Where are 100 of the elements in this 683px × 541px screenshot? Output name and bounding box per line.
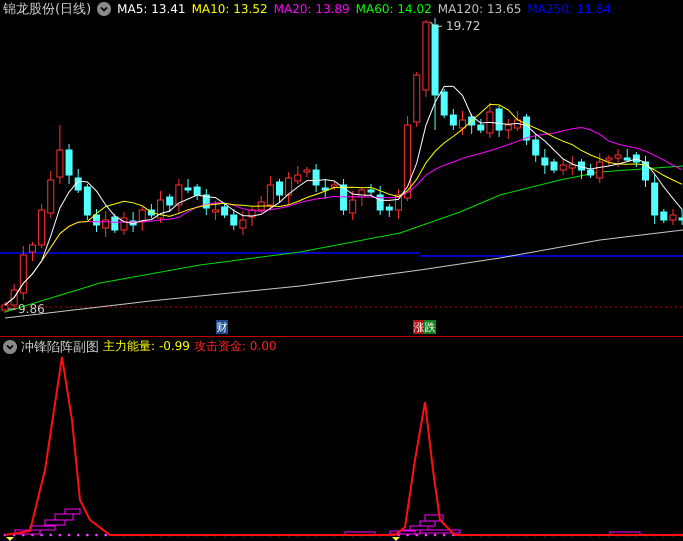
indicator-dot xyxy=(324,534,327,536)
indicator-dot xyxy=(480,534,482,536)
candlestick xyxy=(20,246,27,300)
indicator-dot xyxy=(250,534,254,536)
indicator-dot xyxy=(68,534,70,536)
indicator-dot xyxy=(351,534,354,536)
candlestick xyxy=(376,186,384,216)
step-bar xyxy=(610,532,640,536)
indicator-dot xyxy=(370,534,372,536)
candlestick xyxy=(266,176,274,210)
candlestick xyxy=(166,194,174,212)
indicator-dot xyxy=(342,534,345,536)
candlestick xyxy=(578,158,585,180)
indicator-dot xyxy=(31,534,34,536)
candlestick xyxy=(194,184,201,200)
indicator-dot xyxy=(434,534,436,536)
candlestick xyxy=(450,108,457,130)
indicator-dot xyxy=(452,534,455,536)
indicator-dot xyxy=(406,534,409,536)
candlestick xyxy=(413,72,420,128)
indicator-legend: 主力能量: -0.99 xyxy=(103,338,190,355)
candlestick xyxy=(642,156,649,188)
indicator-dot xyxy=(159,534,162,536)
candlestick xyxy=(477,118,484,134)
candlestick xyxy=(358,186,366,206)
indicator-dot xyxy=(49,534,52,536)
candlestick xyxy=(230,208,238,230)
moving-average-legend: MA250: 11.84 xyxy=(527,2,612,16)
indicator-dot xyxy=(122,534,126,536)
indicator-dot xyxy=(104,534,107,536)
candlestick xyxy=(10,284,18,310)
candlestick xyxy=(184,178,192,194)
indicator-dot xyxy=(397,534,400,536)
candlestick xyxy=(368,184,374,196)
indicator-dot xyxy=(76,534,80,536)
candlestick xyxy=(294,166,302,184)
candlestick xyxy=(386,204,393,218)
triangle-icon xyxy=(6,537,14,541)
indicator-dot xyxy=(278,534,281,536)
indicator-dot xyxy=(598,534,602,536)
candlestick xyxy=(486,102,494,138)
moving-average-legend: MA10: 13.52 xyxy=(192,2,268,16)
indicator-dot xyxy=(672,534,674,536)
candlestick xyxy=(678,208,683,226)
indicator-dot xyxy=(571,534,574,536)
indicator-dot xyxy=(296,534,300,536)
candlestick xyxy=(276,178,283,202)
candlestick xyxy=(212,200,219,220)
indicator-legend: 攻击资金: 0.00 xyxy=(194,338,276,355)
candlestick xyxy=(248,206,256,226)
candlestick xyxy=(202,188,210,216)
low-price-label: 9.86 xyxy=(18,302,45,316)
moving-average-legend: MA20: 13.89 xyxy=(274,2,350,16)
indicator-dot xyxy=(525,534,528,536)
indicator-title: 冲锋陷阵副图 xyxy=(21,338,99,356)
step-bar xyxy=(344,532,376,536)
indicator-dot xyxy=(415,534,418,536)
candlestick xyxy=(130,212,137,232)
candlestick xyxy=(560,158,567,176)
indicator-dot xyxy=(424,534,428,536)
candlestick xyxy=(496,106,503,138)
indicator-dot xyxy=(260,534,262,536)
candlestick xyxy=(28,242,36,262)
leader-line xyxy=(8,308,16,310)
event-marker[interactable]: 跌 xyxy=(424,320,436,334)
candlestick xyxy=(303,166,310,178)
event-marker[interactable]: 财 xyxy=(216,320,228,334)
candlestick xyxy=(157,190,164,224)
candlestick xyxy=(56,124,64,184)
indicator-dot xyxy=(488,534,492,536)
candlestick xyxy=(651,174,658,224)
indicator-dot xyxy=(580,534,583,536)
candlestick xyxy=(138,206,146,232)
candlestick xyxy=(120,212,128,236)
indicator-dot xyxy=(616,534,620,536)
candlestick xyxy=(330,182,338,190)
indicator-dot xyxy=(232,534,236,536)
indicator-dot xyxy=(461,534,464,536)
dropdown-icon[interactable] xyxy=(3,340,17,354)
indicator-dot xyxy=(186,534,190,536)
candlestick xyxy=(340,178,348,216)
candlestick xyxy=(614,148,622,168)
candlestick xyxy=(632,152,640,168)
indicator-dot xyxy=(58,534,62,536)
candlestick xyxy=(596,152,604,184)
candlestick xyxy=(523,114,530,146)
indicator-dot xyxy=(644,534,647,536)
indicator-dot xyxy=(498,534,500,536)
indicator-dot xyxy=(168,534,171,536)
dropdown-icon[interactable] xyxy=(97,2,112,16)
indicator-dot xyxy=(626,534,628,536)
moving-average-legend: MA60: 14.02 xyxy=(356,2,432,16)
moving-average-legend: MA120: 13.65 xyxy=(438,2,522,16)
indicator-dot xyxy=(140,534,144,536)
candlestick xyxy=(669,208,676,226)
event-marker[interactable]: 涨 xyxy=(413,320,425,334)
indicator-dot xyxy=(40,534,43,536)
candlestick xyxy=(440,88,448,118)
indicator-dot xyxy=(242,534,244,536)
candlestick xyxy=(84,184,91,220)
